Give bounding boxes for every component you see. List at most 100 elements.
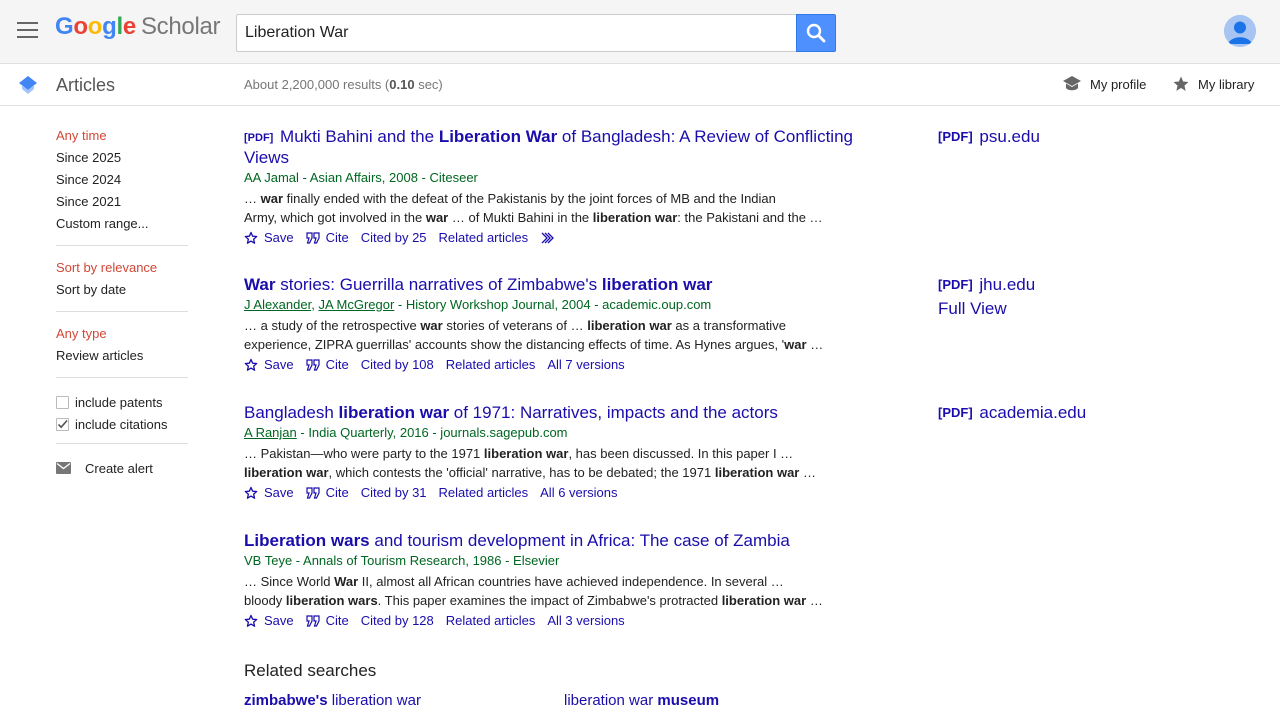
result-item: Bangladesh liberation war of 1971: Narra… — [244, 403, 854, 502]
quote-icon — [306, 487, 320, 499]
search-icon — [806, 23, 826, 43]
cited-by-link[interactable]: Cited by 25 — [361, 229, 427, 247]
full-view-link[interactable]: Full View — [938, 299, 1007, 319]
related-search-link[interactable]: liberation war museum — [564, 692, 719, 709]
account-avatar[interactable] — [1224, 15, 1256, 47]
logo-letter: G — [55, 13, 74, 40]
pdf-tag: [PDF] — [938, 405, 973, 420]
related-searches-title: Related searches — [244, 661, 377, 680]
cited-by-link[interactable]: Cited by 128 — [361, 612, 434, 630]
publication-info: - Annals of Tourism Research, 1986 - Els… — [292, 553, 560, 568]
logo-letter: o — [87, 13, 103, 40]
divider — [56, 377, 188, 378]
patents-checkbox[interactable] — [56, 395, 69, 409]
filter-since-2024[interactable]: Since 2024 — [56, 171, 188, 193]
cited-by-link[interactable]: Cited by 108 — [361, 356, 434, 374]
save-button[interactable]: Save — [244, 356, 294, 374]
search-input[interactable] — [237, 15, 797, 51]
star-outline-icon — [244, 486, 258, 499]
all-versions-link[interactable]: All 6 versions — [540, 484, 617, 502]
filter-any-type[interactable]: Any type — [56, 325, 188, 347]
related-articles-link[interactable]: Related articles — [439, 484, 529, 502]
pdf-tag: [PDF] — [938, 129, 973, 144]
filter-custom-range[interactable]: Custom range... — [56, 215, 188, 237]
save-button[interactable]: Save — [244, 484, 294, 502]
author-link[interactable]: JA McGregor — [318, 297, 394, 312]
pdf-tag: [PDF] — [244, 132, 274, 144]
top-bar: Google Scholar — [0, 0, 1280, 64]
scholar-cap-icon — [19, 76, 37, 94]
menu-icon[interactable] — [17, 22, 38, 40]
section-title: Articles — [56, 75, 116, 95]
result-actions: Save Cite Cited by 108 Related articles All … — [244, 356, 854, 374]
cite-button[interactable]: Cite — [306, 229, 349, 247]
pdf-tag: [PDF] — [938, 277, 973, 292]
publication-info: - History Workshop Journal, 2004 - acade… — [394, 297, 712, 312]
search-button[interactable] — [796, 14, 836, 52]
save-button[interactable]: Save — [244, 612, 294, 630]
quote-icon — [306, 232, 320, 244]
related-search-link[interactable]: zimbabwe's liberation war — [244, 692, 421, 709]
result-title[interactable]: Bangladesh liberation war of 1971: Narra… — [244, 403, 854, 423]
filter-since-2021[interactable]: Since 2021 — [56, 193, 188, 215]
all-versions-link[interactable]: All 7 versions — [547, 356, 624, 374]
cite-button[interactable]: Cite — [306, 612, 349, 630]
related-articles-link[interactable]: Related articles — [446, 356, 536, 374]
save-button[interactable]: Save — [244, 229, 294, 247]
filter-any-time[interactable]: Any time — [56, 127, 188, 149]
result-actions: Save Cite Cited by 128 Related articles All … — [244, 612, 854, 630]
author-link: AA Jamal — [244, 170, 299, 185]
result-snippet: … Since World War II, almost all African… — [244, 574, 823, 608]
author-link[interactable]: A Ranjan — [244, 425, 297, 440]
publication-info: - Asian Affairs, 2008 - Citeseer — [298, 170, 478, 185]
pdf-source-link[interactable]: [PDF] jhu.edu — [938, 275, 1035, 295]
results-count: About 2,200,000 results (0.10 sec) — [244, 77, 443, 92]
more-chevrons-icon — [541, 232, 555, 244]
filter-since-2025[interactable]: Since 2025 — [56, 149, 188, 171]
search-field[interactable] — [236, 14, 797, 52]
sort-by-date[interactable]: Sort by date — [56, 281, 188, 303]
filter-review-articles[interactable]: Review articles — [56, 347, 188, 369]
filters-sidebar: Any time Since 2025 Since 2024 Since 202… — [56, 127, 188, 479]
my-profile-link[interactable]: My profile — [1062, 75, 1146, 93]
citations-checkbox[interactable] — [56, 417, 69, 431]
logo-wordmark: Google — [55, 13, 136, 40]
include-citations-toggle[interactable]: include citations — [56, 413, 188, 435]
all-versions-link[interactable]: All 3 versions — [547, 612, 624, 630]
pdf-source-link[interactable]: [PDF] psu.edu — [938, 127, 1040, 147]
google-scholar-logo[interactable]: Google Scholar — [55, 13, 221, 41]
star-icon — [1173, 76, 1189, 91]
related-articles-link[interactable]: Related articles — [446, 612, 536, 630]
checkmark-icon — [57, 419, 68, 428]
divider — [56, 311, 188, 312]
logo-letter: o — [73, 13, 88, 40]
sort-by-relevance[interactable]: Sort by relevance — [56, 259, 188, 281]
related-articles-link[interactable]: Related articles — [439, 229, 529, 247]
my-library-link[interactable]: My library — [1172, 75, 1254, 93]
author-link[interactable]: J Alexander — [244, 297, 311, 312]
cite-button[interactable]: Cite — [306, 356, 349, 374]
envelope-icon — [56, 462, 71, 474]
create-alert-button[interactable]: Create alert — [56, 457, 188, 479]
result-item: Liberation wars and tourism development … — [244, 531, 854, 630]
author-link: VB Teye — [244, 553, 293, 568]
more-actions-button[interactable] — [540, 232, 556, 244]
pdf-source-link[interactable]: [PDF] academia.edu — [938, 403, 1086, 423]
result-actions: Save Cite Cited by 31 Related articles All 6… — [244, 484, 854, 502]
result-title[interactable]: Liberation wars and tourism development … — [244, 531, 854, 551]
cited-by-link[interactable]: Cited by 31 — [361, 484, 427, 502]
logo-scholar-text: Scholar — [140, 13, 221, 40]
result-meta: AA Jamal - Asian Affairs, 2008 - Citesee… — [244, 169, 854, 187]
quote-icon — [306, 615, 320, 627]
result-snippet: … Pakistan—who were party to the 1971 li… — [244, 446, 816, 480]
include-patents-toggle[interactable]: include patents — [56, 391, 188, 413]
result-title[interactable]: [PDF] Mukti Bahini and the Liberation Wa… — [244, 127, 854, 168]
star-outline-icon — [244, 231, 258, 244]
result-actions: Save Cite Cited by 25 Related articles — [244, 229, 854, 247]
result-snippet: … war finally ended with the defeat of t… — [244, 191, 823, 225]
cite-button[interactable]: Cite — [306, 484, 349, 502]
divider — [56, 245, 188, 246]
logo-letter: g — [102, 13, 117, 40]
result-title[interactable]: War stories: Guerrilla narratives of Zim… — [244, 275, 854, 295]
star-outline-icon — [244, 358, 258, 371]
